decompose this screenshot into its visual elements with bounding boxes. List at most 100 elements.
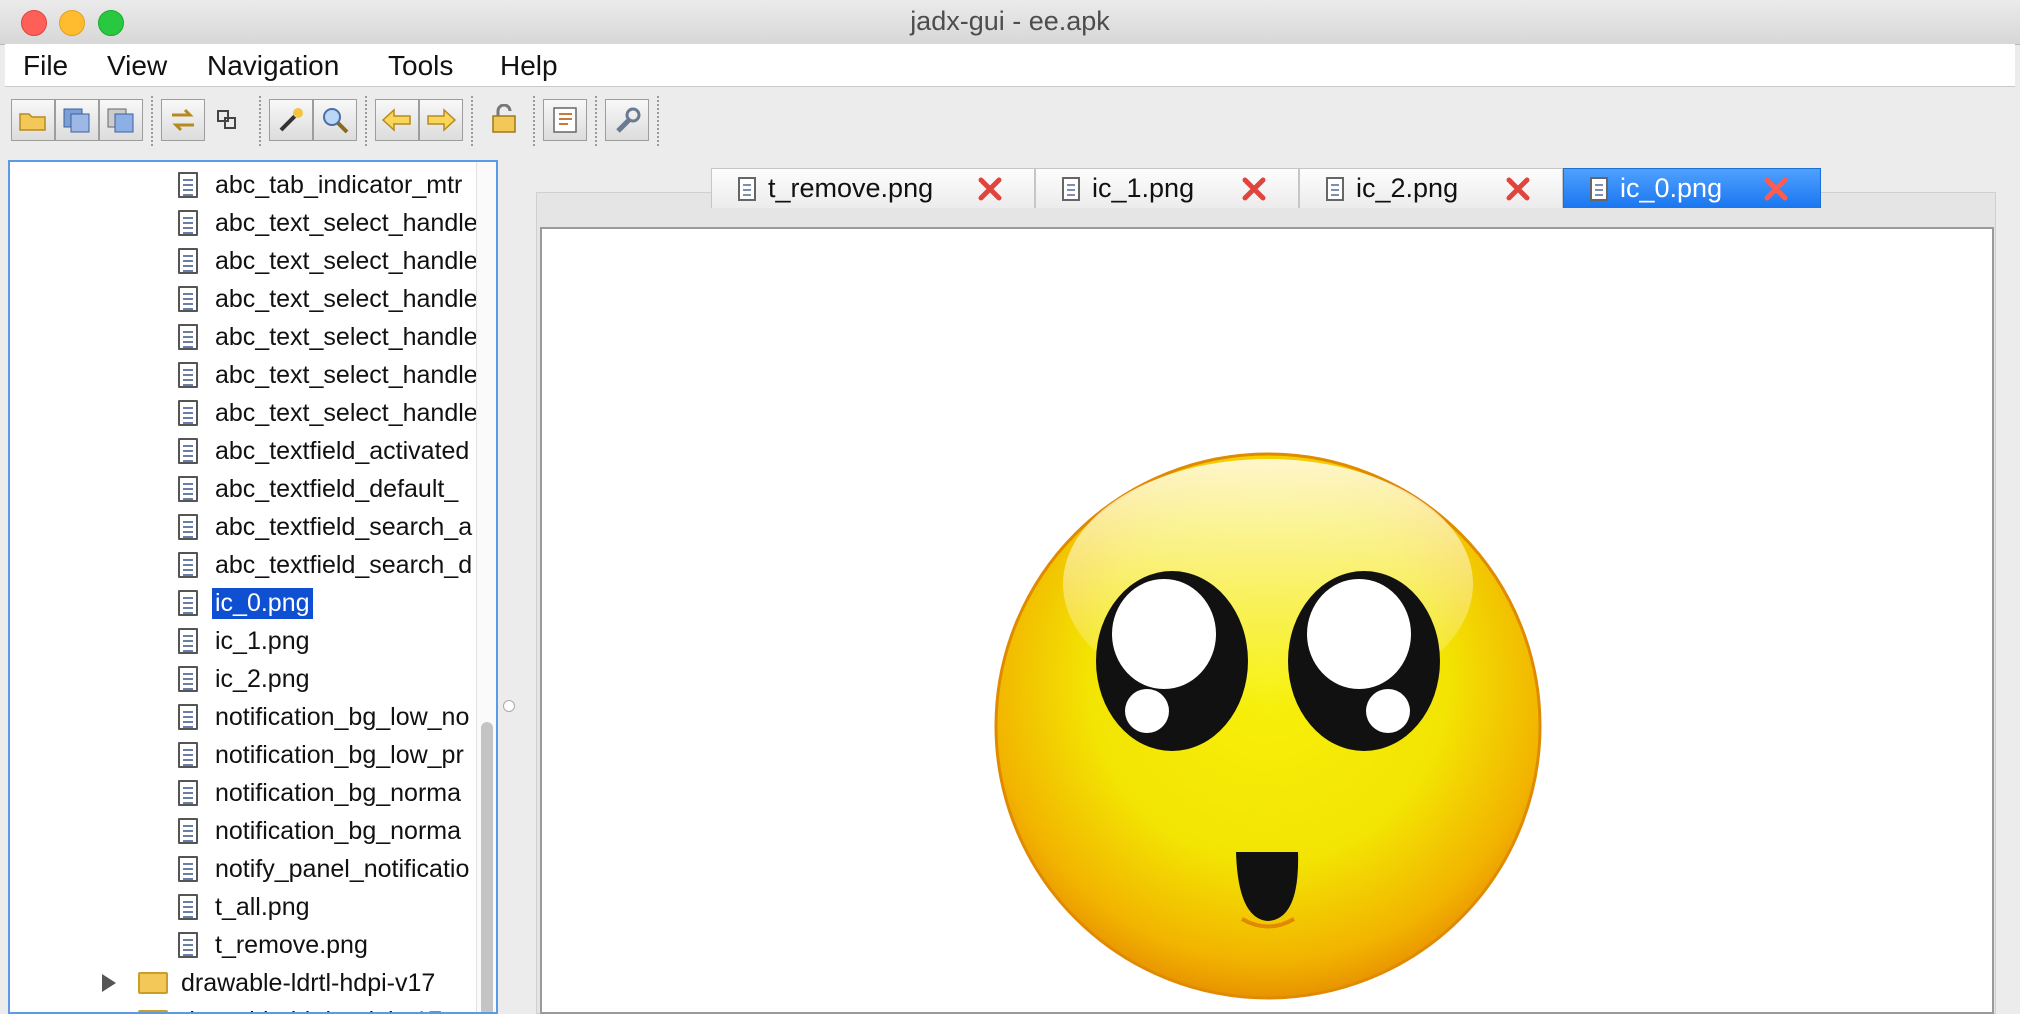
tree-item-label: t_all.png — [215, 892, 310, 921]
window-title: jadx-gui - ee.apk — [910, 6, 1110, 36]
tree-folder[interactable]: drawable-ldrtl-hdpi-v17 — [102, 965, 438, 1001]
tree-item[interactable]: abc_tab_indicator_mtr — [178, 167, 465, 203]
tree-item[interactable]: notify_panel_notificatio — [178, 851, 472, 887]
tree-item[interactable]: ic_1.png — [178, 623, 313, 659]
tree-item-label: abc_text_select_handle — [215, 284, 478, 313]
tree-folder-label: drawable-ldrtl-mdpi-v17 — [178, 1006, 445, 1013]
tab-t-remove[interactable]: t_remove.png — [711, 168, 1035, 208]
open-file-button[interactable] — [11, 99, 55, 141]
open-file-icon — [19, 113, 46, 131]
close-tab-icon[interactable] — [1504, 175, 1532, 203]
menu-help[interactable]: Help — [500, 50, 558, 82]
preferences-icon — [616, 107, 641, 133]
folder-icon — [138, 1010, 168, 1012]
tree-item[interactable]: t_all.png — [178, 889, 313, 925]
tab-label: ic_1.png — [1092, 173, 1195, 203]
tree-item[interactable]: abc_textfield_activated — [178, 433, 472, 469]
save-all-icon — [63, 108, 90, 133]
tree-item-label: abc_tab_indicator_mtr — [215, 170, 463, 199]
sync-icon — [172, 108, 194, 132]
tree-item-selected[interactable]: ic_0.png — [178, 585, 313, 621]
sync-button[interactable] — [161, 99, 205, 141]
tree-item-label: notification_bg_low_no — [215, 702, 470, 731]
smiley-image — [994, 452, 1542, 1000]
tree-folder-label: drawable-ldrtl-hdpi-v17 — [181, 968, 436, 997]
expand-arrow-icon[interactable] — [102, 974, 116, 992]
file-icon — [178, 362, 198, 388]
tree-item-label: ic_2.png — [215, 664, 310, 693]
tree-item-label: notification_bg_low_pr — [215, 740, 464, 769]
log-viewer-button[interactable] — [543, 99, 587, 141]
file-icon — [1590, 176, 1608, 201]
file-icon — [178, 894, 198, 920]
tab-ic-0[interactable]: ic_0.png — [1563, 168, 1821, 208]
tree-item[interactable]: abc_text_select_handle — [178, 205, 481, 241]
tree-item-label: abc_text_select_handle — [215, 322, 478, 351]
close-tab-icon[interactable] — [1240, 175, 1268, 203]
search-button[interactable] — [313, 99, 357, 141]
tree-item-label: abc_textfield_search_a — [215, 512, 473, 541]
tree-item[interactable]: notification_bg_norma — [178, 775, 464, 811]
tree-item[interactable]: notification_bg_low_pr — [178, 737, 467, 773]
tree-item-label: ic_1.png — [215, 626, 310, 655]
file-icon — [178, 780, 198, 806]
forward-button[interactable] — [419, 99, 463, 141]
tab-label: t_remove.png — [768, 173, 934, 203]
file-icon — [178, 552, 198, 578]
tree-item[interactable]: notification_bg_low_no — [178, 699, 472, 735]
divider-handle[interactable] — [503, 700, 515, 712]
file-icon — [178, 248, 198, 274]
tree-item-label: abc_text_select_handle — [215, 398, 478, 427]
toolbar-separator — [151, 96, 153, 146]
menu-file[interactable]: File — [23, 50, 68, 82]
tree-item[interactable]: abc_textfield_default_ — [178, 471, 461, 507]
split-divider[interactable] — [498, 158, 514, 1014]
tree-item[interactable]: abc_text_select_handle — [178, 281, 481, 317]
tree-item[interactable]: abc_text_select_handle — [178, 319, 481, 355]
file-icon — [1062, 176, 1080, 201]
export-button[interactable] — [99, 99, 143, 141]
tree-item-label: abc_textfield_default_ — [215, 474, 459, 503]
decompile-button[interactable] — [269, 99, 313, 141]
flatten-button[interactable] — [205, 99, 249, 141]
file-icon — [178, 856, 198, 882]
file-icon — [178, 476, 198, 502]
file-tree[interactable]: abc_tab_indicator_mtr abc_text_select_ha… — [8, 160, 498, 1014]
tree-item[interactable]: t_remove.png — [178, 927, 371, 963]
tab-label: ic_0.png — [1620, 173, 1723, 203]
file-icon — [178, 704, 198, 730]
deobfuscation-button[interactable] — [483, 99, 527, 141]
tree-item-label: t_remove.png — [215, 930, 368, 959]
menu-tools[interactable]: Tools — [388, 50, 453, 82]
tree-item-label: notification_bg_norma — [215, 816, 461, 845]
tree-scrollbar-thumb[interactable] — [481, 722, 493, 1012]
menu-navigation[interactable]: Navigation — [207, 50, 339, 82]
back-button[interactable] — [375, 99, 419, 141]
file-icon — [178, 590, 198, 616]
tree-item-label: abc_textfield_activated — [215, 436, 470, 465]
close-tab-icon[interactable] — [1762, 175, 1790, 203]
tree-item[interactable]: ic_2.png — [178, 661, 313, 697]
menu-view[interactable]: View — [107, 50, 167, 82]
save-all-button[interactable] — [55, 99, 99, 141]
tree-item[interactable]: abc_text_select_handle — [178, 243, 481, 279]
toolbar-separator — [595, 96, 597, 146]
forward-icon — [427, 108, 457, 132]
tree-item[interactable]: notification_bg_norma — [178, 813, 464, 849]
file-icon — [178, 286, 198, 312]
export-icon — [107, 108, 134, 133]
close-tab-icon[interactable] — [976, 175, 1004, 203]
tree-item[interactable]: abc_textfield_search_d — [178, 547, 475, 583]
file-icon — [178, 742, 198, 768]
tree-item-label: abc_text_select_handle — [215, 246, 478, 275]
file-icon — [178, 438, 198, 464]
tab-ic-2[interactable]: ic_2.png — [1299, 168, 1563, 208]
tree-item[interactable]: abc_textfield_search_a — [178, 509, 475, 545]
toolbar-separator — [471, 96, 473, 146]
tree-item[interactable]: abc_text_select_handle — [178, 357, 481, 393]
tree-item[interactable]: abc_text_select_handle — [178, 395, 481, 431]
tab-ic-1[interactable]: ic_1.png — [1035, 168, 1299, 208]
preferences-button[interactable] — [605, 99, 649, 141]
tree-folder[interactable]: drawable-ldrtl-mdpi-v17 — [102, 1003, 445, 1013]
back-icon — [381, 108, 411, 132]
